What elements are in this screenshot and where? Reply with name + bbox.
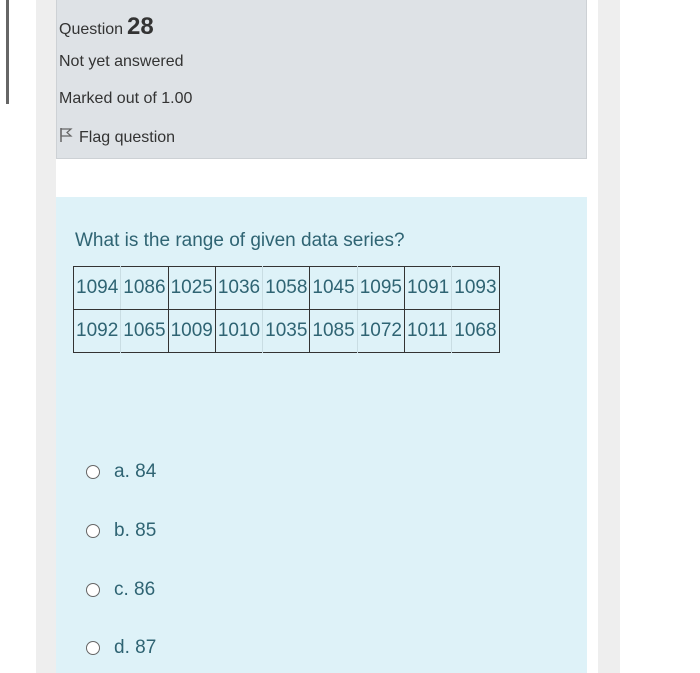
quiz-page: Question 28 Not yet answered Marked out o… [0, 0, 700, 673]
table-cell: 1095 [356, 266, 405, 310]
question-state: Not yet answered [59, 53, 184, 70]
answer-label: d. 87 [114, 637, 157, 658]
table-cell: 1010 [214, 309, 263, 353]
question-content: What is the range of given data series? … [56, 197, 587, 673]
flag-question-link[interactable]: Flag question [59, 127, 175, 148]
answer-label: c. 86 [114, 579, 156, 600]
radio-button[interactable] [86, 524, 100, 538]
table-cell: 1092 [76, 320, 119, 341]
table-cell: 1058 [262, 266, 310, 310]
radio-button[interactable] [86, 641, 100, 655]
table-row: 1094 1086 1025 1036 1058 1045 1095 1091 … [73, 266, 500, 310]
table-cell: 1085 [309, 309, 358, 353]
left-margin [36, 0, 56, 673]
table-cell: 1025 [167, 266, 216, 310]
table-cell: 1091 [403, 266, 452, 310]
data-table: 1094 1086 1025 1036 1058 1045 1095 1091 … [73, 266, 500, 353]
question-info-panel: Question 28 Not yet answered Marked out o… [56, 0, 587, 159]
table-cell: 1009 [167, 309, 216, 353]
answer-option-c[interactable]: c. 86 [82, 579, 155, 601]
table-row: 1092 1065 1009 1010 1035 1085 1072 1011 … [74, 309, 500, 353]
question-title: Question 28 [59, 13, 154, 41]
radio-button[interactable] [86, 583, 100, 597]
answer-option-d[interactable]: d. 87 [82, 637, 156, 659]
right-margin [598, 0, 620, 673]
radio-button[interactable] [86, 465, 100, 479]
question-number: 28 [127, 13, 154, 40]
table-cell: 1065 [120, 309, 169, 353]
table-cell: 1093 [451, 266, 500, 310]
table-cell: 1068 [451, 309, 500, 353]
table-cell: 1094 [73, 266, 121, 310]
flag-icon [59, 127, 79, 148]
question-grade: Marked out of 1.00 [59, 90, 193, 107]
answer-option-b[interactable]: b. 85 [82, 520, 156, 542]
scrollbar[interactable] [6, 0, 9, 104]
answer-label: b. 85 [114, 520, 157, 541]
flag-question-label: Flag question [79, 128, 176, 146]
table-cell: 1036 [214, 266, 263, 310]
question-text: What is the range of given data series? [75, 230, 405, 251]
table-cell: 1072 [356, 309, 405, 353]
answer-option-a[interactable]: a. 84 [82, 461, 156, 483]
table-cell: 1086 [120, 266, 169, 310]
table-cell: 1045 [309, 266, 358, 310]
table-cell: 1011 [403, 309, 452, 353]
table-cell: 1035 [262, 309, 310, 353]
answer-label: a. 84 [114, 461, 157, 482]
question-label: Question [59, 21, 124, 38]
